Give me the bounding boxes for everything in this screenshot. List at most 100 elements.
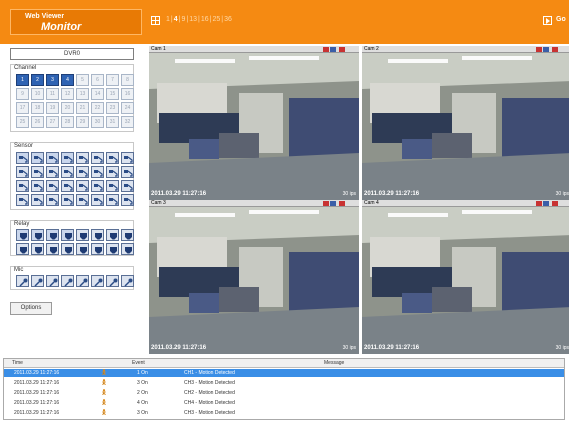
device-selector[interactable]: DVR0	[10, 48, 134, 60]
channel-button-16[interactable]: 16	[121, 88, 134, 100]
sensor-button-12[interactable]	[61, 166, 74, 178]
mic-button-6[interactable]	[91, 275, 104, 287]
sensor-button-9[interactable]	[16, 166, 29, 178]
camera-view-2[interactable]: Cam 2 2011.03.29 11:27:16 30 ips	[362, 46, 569, 200]
relay-button-15[interactable]	[106, 243, 119, 255]
mic-button-3[interactable]	[46, 275, 59, 287]
channel-button-13[interactable]: 13	[76, 88, 89, 100]
table-row[interactable]: 2011.03.29 11:27:16 3 On CH3 - Motion Dete…	[4, 379, 564, 387]
sensor-button-3[interactable]	[46, 152, 59, 164]
relay-button-16[interactable]	[121, 243, 134, 255]
mic-button-8[interactable]	[121, 275, 134, 287]
relay-button-5[interactable]	[76, 229, 89, 241]
relay-button-13[interactable]	[76, 243, 89, 255]
channel-button-14[interactable]: 14	[91, 88, 104, 100]
channel-button-18[interactable]: 18	[31, 102, 44, 114]
mic-button-5[interactable]	[76, 275, 89, 287]
sensor-button-11[interactable]	[46, 166, 59, 178]
channel-button-12[interactable]: 12	[61, 88, 74, 100]
sensor-button-8[interactable]	[121, 152, 134, 164]
table-row[interactable]: 2011.03.29 11:27:16 3 On CH3 - Motion Dete…	[4, 409, 564, 417]
channel-button-29[interactable]: 29	[76, 116, 89, 128]
channel-button-31[interactable]: 31	[106, 116, 119, 128]
channel-button-24[interactable]: 24	[121, 102, 134, 114]
layout-grid-icon[interactable]	[151, 16, 160, 25]
layout-option-1[interactable]: 1	[166, 16, 170, 23]
sensor-button-25[interactable]	[16, 194, 29, 206]
options-button[interactable]: Options	[10, 302, 52, 315]
sensor-button-22[interactable]	[91, 180, 104, 192]
mic-button-1[interactable]	[16, 275, 29, 287]
sensor-button-23[interactable]	[106, 180, 119, 192]
layout-option-9[interactable]: 9	[181, 16, 185, 23]
sensor-button-28[interactable]	[61, 194, 74, 206]
sensor-button-10[interactable]	[31, 166, 44, 178]
channel-button-19[interactable]: 19	[46, 102, 59, 114]
mic-button-4[interactable]	[61, 275, 74, 287]
camera-view-3[interactable]: Cam 3 2011.03.29 11:27:16 30 ips	[149, 200, 359, 354]
sensor-button-13[interactable]	[76, 166, 89, 178]
channel-button-27[interactable]: 27	[46, 116, 59, 128]
camera-view-4[interactable]: Cam 4 2011.03.29 11:27:16 30 ips	[362, 200, 569, 354]
channel-button-10[interactable]: 10	[31, 88, 44, 100]
layout-option-25[interactable]: 25	[212, 16, 220, 23]
sensor-button-20[interactable]	[61, 180, 74, 192]
sensor-button-2[interactable]	[31, 152, 44, 164]
table-row[interactable]: 2011.03.29 11:27:16 2 On CH2 - Motion Dete…	[4, 389, 564, 397]
channel-button-15[interactable]: 15	[106, 88, 119, 100]
channel-button-20[interactable]: 20	[61, 102, 74, 114]
relay-button-4[interactable]	[61, 229, 74, 241]
channel-button-26[interactable]: 26	[31, 116, 44, 128]
relay-button-1[interactable]	[16, 229, 29, 241]
relay-button-3[interactable]	[46, 229, 59, 241]
channel-button-7[interactable]: 7	[106, 74, 119, 86]
relay-button-2[interactable]	[31, 229, 44, 241]
channel-button-11[interactable]: 11	[46, 88, 59, 100]
sensor-button-4[interactable]	[61, 152, 74, 164]
mic-button-7[interactable]	[106, 275, 119, 287]
sensor-button-32[interactable]	[121, 194, 134, 206]
go-button[interactable]: Go	[556, 16, 566, 23]
layout-option-4[interactable]: 4	[174, 16, 178, 23]
go-arrow-icon[interactable]	[543, 16, 552, 25]
channel-button-32[interactable]: 32	[121, 116, 134, 128]
layout-option-16[interactable]: 16	[201, 16, 209, 23]
relay-button-8[interactable]	[121, 229, 134, 241]
channel-button-8[interactable]: 8	[121, 74, 134, 86]
relay-button-11[interactable]	[46, 243, 59, 255]
layout-option-13[interactable]: 13	[189, 16, 197, 23]
channel-button-4[interactable]: 4	[61, 74, 74, 86]
sensor-button-1[interactable]	[16, 152, 29, 164]
channel-button-5[interactable]: 5	[76, 74, 89, 86]
sensor-button-24[interactable]	[121, 180, 134, 192]
sensor-button-21[interactable]	[76, 180, 89, 192]
channel-button-1[interactable]: 1	[16, 74, 29, 86]
sensor-button-15[interactable]	[106, 166, 119, 178]
column-event[interactable]: Event	[132, 360, 145, 366]
channel-button-17[interactable]: 17	[16, 102, 29, 114]
sensor-button-14[interactable]	[91, 166, 104, 178]
mic-button-2[interactable]	[31, 275, 44, 287]
sensor-button-26[interactable]	[31, 194, 44, 206]
relay-button-10[interactable]	[31, 243, 44, 255]
sensor-button-19[interactable]	[46, 180, 59, 192]
table-row[interactable]: 2011.03.29 11:27:16 1 On CH1 - Motion Dete…	[4, 369, 564, 377]
relay-button-7[interactable]	[106, 229, 119, 241]
channel-button-3[interactable]: 3	[46, 74, 59, 86]
sensor-button-16[interactable]	[121, 166, 134, 178]
relay-button-9[interactable]	[16, 243, 29, 255]
channel-button-25[interactable]: 25	[16, 116, 29, 128]
channel-button-21[interactable]: 21	[76, 102, 89, 114]
sensor-button-18[interactable]	[31, 180, 44, 192]
channel-button-28[interactable]: 28	[61, 116, 74, 128]
column-message[interactable]: Message	[324, 360, 344, 366]
sensor-button-5[interactable]	[76, 152, 89, 164]
sensor-button-29[interactable]	[76, 194, 89, 206]
channel-button-23[interactable]: 23	[106, 102, 119, 114]
relay-button-6[interactable]	[91, 229, 104, 241]
relay-button-14[interactable]	[91, 243, 104, 255]
channel-button-22[interactable]: 22	[91, 102, 104, 114]
channel-button-2[interactable]: 2	[31, 74, 44, 86]
sensor-button-30[interactable]	[91, 194, 104, 206]
layout-option-36[interactable]: 36	[224, 16, 232, 23]
